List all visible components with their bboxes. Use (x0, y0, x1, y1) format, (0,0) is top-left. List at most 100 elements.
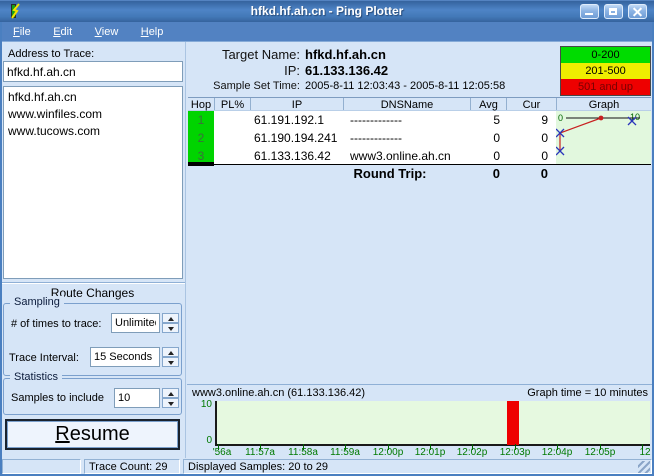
x-axis-label: 11:57a (245, 447, 275, 458)
header-avg[interactable]: Avg (470, 98, 506, 110)
menu-edit[interactable]: Edit (44, 23, 81, 42)
x-axis-label: 12:00p (373, 447, 404, 458)
times-to-trace-label: # of times to trace: (11, 318, 101, 330)
menu-view[interactable]: View (86, 23, 128, 42)
titlebar[interactable]: hfkd.hf.ah.cn - Ping Plotter (0, 0, 654, 22)
chevron-down-icon (168, 361, 174, 365)
table-bottom-border (188, 164, 651, 165)
header-pl[interactable]: PL% (214, 98, 250, 110)
samples-to-include-input[interactable] (114, 388, 160, 408)
round-trip-cur: 0 (506, 166, 556, 181)
header-hop[interactable]: Hop (188, 98, 214, 110)
address-input[interactable] (3, 61, 183, 82)
x-axis-label: '56a (213, 447, 232, 458)
sample-x-marks (556, 117, 636, 155)
packet-loss (214, 147, 250, 165)
spin-up-button[interactable] (162, 388, 179, 398)
menu-help[interactable]: Help (132, 23, 173, 42)
samples-spinner (162, 388, 179, 408)
ip-label: IP: (188, 63, 300, 78)
hop-ip: 61.191.192.1 (250, 111, 343, 129)
legend-yellow: 201-500 (561, 63, 650, 79)
sample-set-time-label: Sample Set Time: (188, 80, 300, 92)
spin-up-button[interactable] (162, 347, 179, 357)
target-name-label: Target Name: (188, 47, 300, 62)
hop-cur: 9 (506, 111, 556, 129)
chevron-down-icon (168, 327, 174, 331)
samples-to-include-label: Samples to include (11, 392, 104, 404)
resume-button[interactable]: Resume (5, 419, 180, 450)
left-panel-separator (0, 282, 185, 284)
timeline-plot[interactable] (215, 401, 650, 446)
statusbar-panel-empty (2, 459, 81, 474)
x-axis-label: 11:59a (330, 447, 360, 458)
sampling-group: Sampling # of times to trace: Trace Inte… (3, 303, 182, 376)
resize-grip[interactable] (638, 461, 650, 473)
panel-divider (185, 42, 186, 458)
round-trip-avg: 0 (470, 166, 506, 181)
hop-dns: ------------- (343, 111, 470, 129)
x-axis-label: 12:05p (585, 447, 616, 458)
timeline-top-border (187, 384, 654, 385)
header-ip[interactable]: IP (250, 98, 343, 110)
hop-avg: 0 (470, 129, 506, 147)
spin-up-button[interactable] (162, 313, 179, 323)
header-cur[interactable]: Cur (506, 98, 556, 110)
packet-loss-bar (507, 401, 519, 445)
spin-down-button[interactable] (162, 398, 179, 408)
y-axis-min: 0 (196, 435, 212, 446)
header-dnsname[interactable]: DNSName (343, 98, 470, 110)
minimize-button[interactable] (580, 4, 599, 19)
hop-column-marker (188, 162, 214, 166)
close-button[interactable] (628, 4, 647, 19)
hop-avg: 5 (470, 111, 506, 129)
chevron-up-icon (168, 351, 174, 355)
spin-down-button[interactable] (162, 357, 179, 367)
address-list-item[interactable]: www.tucows.com (4, 123, 182, 140)
y-axis-max: 10 (196, 399, 212, 410)
trace-interval-input[interactable] (90, 347, 160, 367)
x-axis-label: 12 (639, 447, 650, 458)
header-graph[interactable]: Graph (556, 98, 651, 110)
statusbar-trace-count: Trace Count: 29 (84, 459, 180, 474)
hop-number: 2 (188, 129, 214, 147)
chevron-down-icon (168, 402, 174, 406)
resume-button-label: Resume (7, 421, 178, 448)
minimize-icon (585, 13, 593, 15)
maximize-button[interactable] (604, 4, 623, 19)
hop-mini-graph: 0 10 (556, 111, 651, 164)
packet-loss (214, 129, 250, 147)
x-axis-label: 11:58a (288, 447, 318, 458)
hop-dns: ------------- (343, 129, 470, 147)
sampling-group-label: Sampling (10, 296, 64, 308)
hop-number: 1 (188, 111, 214, 129)
svg-text:0: 0 (558, 113, 563, 123)
timeline-title: www3.online.ah.cn (61.133.136.42) (192, 387, 365, 399)
chevron-up-icon (168, 392, 174, 396)
maximize-icon (609, 8, 617, 15)
window-border-left (0, 22, 2, 476)
hop-dns: www3.online.ah.cn (343, 147, 470, 165)
ip-value: 61.133.136.42 (305, 63, 388, 78)
chevron-up-icon (168, 317, 174, 321)
x-axis-label: 12:01p (415, 447, 446, 458)
x-axis-label: 12:03p (500, 447, 531, 458)
trace-interval-spinner (162, 347, 179, 367)
spin-down-button[interactable] (162, 323, 179, 333)
window-title: hfkd.hf.ah.cn - Ping Plotter (0, 0, 654, 22)
x-axis-label: 12:04p (542, 447, 573, 458)
menu-file[interactable]: File (4, 23, 40, 42)
hop-table-header: Hop PL% IP DNSName Avg Cur Graph (188, 97, 651, 111)
trace-interval-label: Trace Interval: (9, 352, 79, 364)
ping-plotter-window: hfkd.hf.ah.cn - Ping Plotter File Edit V… (0, 0, 654, 476)
x-axis-label: 12:02p (457, 447, 488, 458)
times-to-trace-spinner (162, 313, 179, 333)
packet-loss (214, 111, 250, 129)
legend-green: 0-200 (561, 47, 650, 63)
graph-time-label: Graph time = 10 minutes (448, 387, 648, 399)
address-history-list[interactable]: hfkd.hf.ah.cn www.winfiles.com www.tucow… (3, 86, 183, 279)
address-list-item[interactable]: hfkd.hf.ah.cn (4, 89, 182, 106)
hop-ip: 61.133.136.42 (250, 147, 343, 165)
times-to-trace-input[interactable] (111, 313, 160, 333)
address-list-item[interactable]: www.winfiles.com (4, 106, 182, 123)
